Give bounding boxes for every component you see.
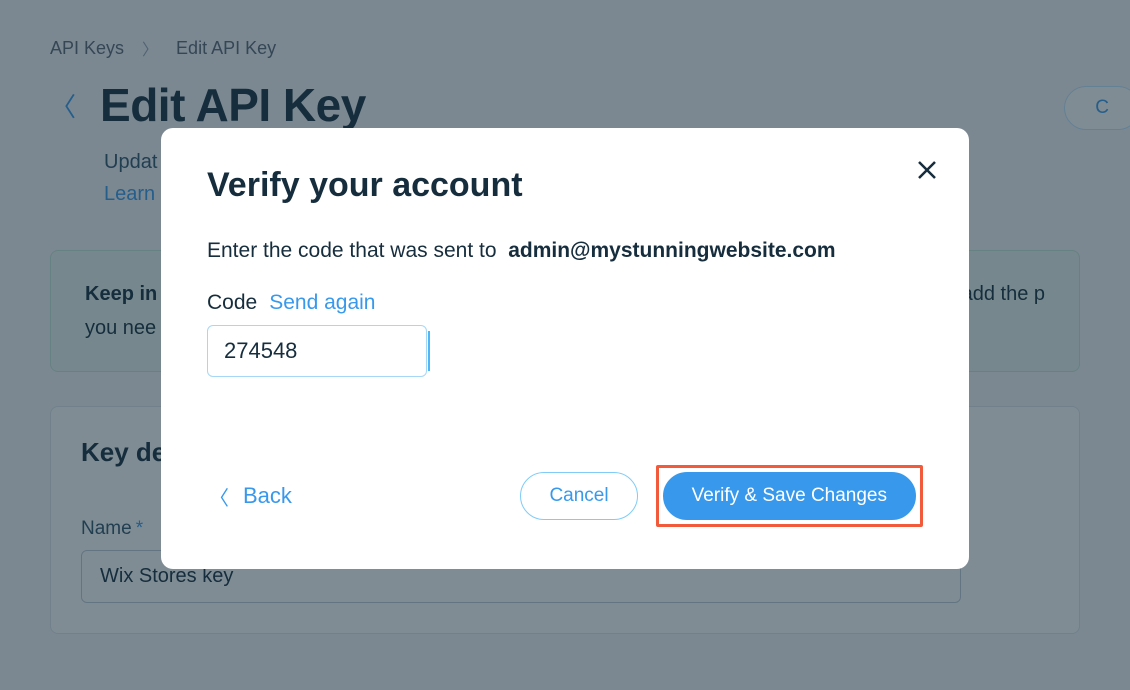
code-input[interactable] (207, 325, 427, 377)
send-again-link[interactable]: Send again (269, 291, 375, 315)
verify-highlight: Verify & Save Changes (656, 465, 923, 527)
back-label: Back (243, 483, 292, 509)
verify-account-modal: Verify your account Enter the code that … (161, 128, 969, 569)
modal-instruction: Enter the code that was sent to admin@my… (207, 239, 923, 263)
modal-cancel-button[interactable]: Cancel (520, 472, 637, 520)
chevron-left-icon: 〈 (209, 482, 229, 511)
code-label: Code (207, 291, 257, 315)
modal-email: admin@mystunningwebsite.com (508, 239, 835, 262)
back-button[interactable]: 〈 Back (209, 482, 292, 511)
modal-overlay: Verify your account Enter the code that … (0, 0, 1130, 690)
modal-title: Verify your account (207, 166, 923, 205)
verify-save-button[interactable]: Verify & Save Changes (663, 472, 916, 520)
close-icon[interactable] (915, 158, 939, 182)
input-caret (428, 331, 430, 371)
